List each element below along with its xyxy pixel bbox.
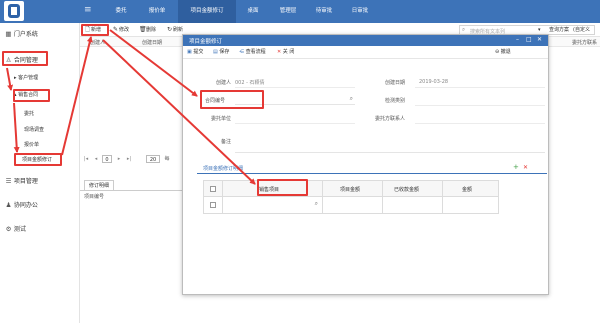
arrow-sales-to-revision	[13, 102, 20, 153]
arrow-add-to-sales-item	[102, 39, 256, 185]
arrow-revision-to-add	[61, 36, 93, 156]
annotation-arrows	[6, 29, 256, 185]
arrow-contract-to-sales	[6, 67, 14, 91]
arrow-add-to-contract-no	[109, 29, 198, 97]
